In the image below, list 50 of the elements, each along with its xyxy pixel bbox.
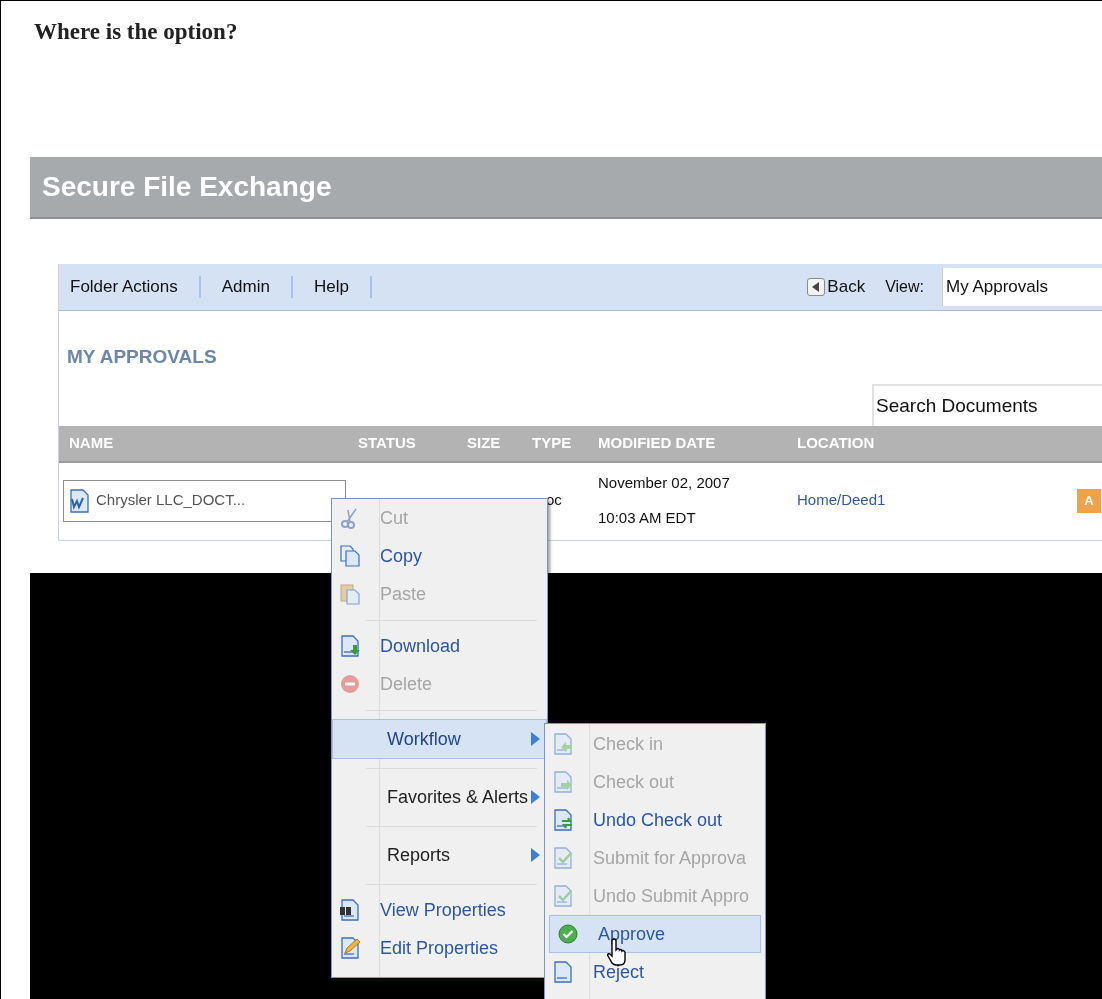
checkmark-circle-icon	[558, 924, 578, 944]
menu-item[interactable]: Download	[332, 627, 547, 665]
submenu-arrow-icon	[531, 848, 540, 862]
submenu-arrow-icon	[531, 732, 540, 746]
menu-item[interactable]: Undo Check out	[545, 801, 765, 839]
submenu-item[interactable]: Favorites & Alerts	[332, 777, 547, 817]
document-arrow-left-icon	[553, 733, 573, 755]
document-checkmark-icon	[553, 885, 573, 907]
copy-icon	[340, 545, 360, 567]
column-header: STATUS	[357, 433, 417, 454]
app-title: Secure File Exchange	[42, 170, 332, 204]
status-badge: A	[1077, 488, 1101, 513]
scissors-icon	[340, 507, 360, 529]
menu-item[interactable]: Copy	[332, 537, 547, 575]
menu-item[interactable]: Approve	[549, 915, 761, 953]
column-header: MODIFIED DATE	[597, 433, 717, 454]
question-heading: Where is the option?	[34, 18, 239, 45]
file-name: Chrysler LLC_DOCT...	[96, 490, 246, 511]
submenu-arrow-icon	[531, 790, 540, 804]
column-header: LOCATION	[796, 433, 876, 454]
column-header: TYPE	[531, 433, 573, 454]
search-field[interactable]: Search Documents	[872, 384, 1102, 426]
back-button[interactable]: Back	[807, 274, 866, 300]
location-link[interactable]: Home/Deed1	[793, 489, 1074, 512]
column-header: SIZE	[466, 433, 502, 454]
view-select[interactable]: My Approvals	[942, 268, 1102, 306]
document-arrow-right-icon	[553, 771, 573, 793]
document-icon	[553, 961, 573, 983]
document-pencil-icon	[340, 937, 360, 959]
modified-time: 10:03 AM EDT	[598, 507, 697, 528]
menu-item[interactable]: View Properties	[332, 891, 547, 929]
toolbar-menu[interactable]: Admin	[210, 274, 281, 300]
toolbar-menu[interactable]: Folder Actions	[59, 274, 189, 300]
word-document-icon	[68, 488, 90, 513]
document-download-icon	[340, 635, 360, 657]
document-binoculars-icon	[340, 899, 360, 921]
toolbar-menu[interactable]: Help	[302, 274, 360, 300]
clipboard-icon	[340, 583, 360, 605]
submenu-item[interactable]: Reports	[332, 835, 547, 875]
menu-item[interactable]: Reject	[545, 953, 765, 991]
column-header: NAME	[68, 433, 115, 454]
delete-icon	[340, 674, 360, 694]
menu-item[interactable]: Edit Properties	[332, 929, 547, 967]
document-swap-arrows-icon	[553, 809, 573, 831]
submenu-item[interactable]: Workflow	[332, 719, 547, 759]
document-checkmark-icon	[553, 847, 573, 869]
view-label: View:	[885, 277, 924, 297]
section-title: MY APPROVALS	[67, 344, 217, 369]
modified-date: November 02, 2007	[598, 473, 731, 493]
file-name-cell[interactable]: Chrysler LLC_DOCT...	[63, 479, 346, 522]
